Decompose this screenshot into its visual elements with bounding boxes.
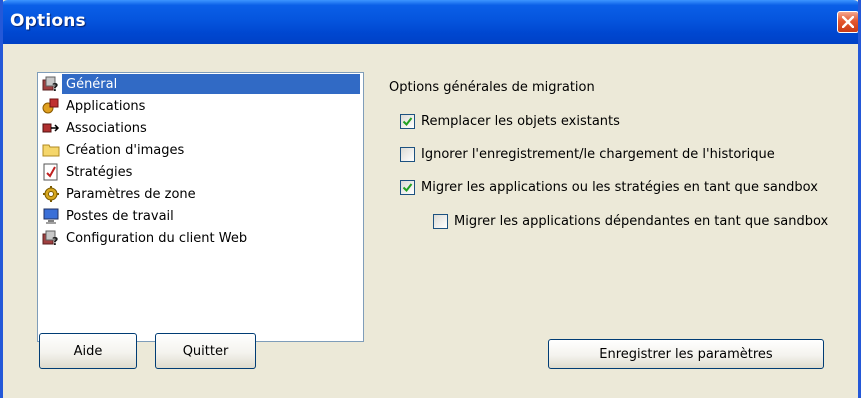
list-item-zone-settings[interactable]: Paramètres de zone [42, 183, 198, 205]
quit-button[interactable]: Quitter [155, 333, 256, 369]
checkbox-label: Migrer les applications ou les stratégie… [421, 180, 818, 195]
checkmark-icon [402, 117, 413, 127]
migration-options-title: Options générales de migration [389, 80, 595, 95]
workstation-icon [42, 207, 60, 225]
list-item-label: Stratégies [66, 164, 133, 180]
options-dialog: Options ? Général Applications Associati… [0, 0, 861, 398]
zone-settings-icon [42, 185, 60, 203]
list-item-image-creation[interactable]: Création d'images [42, 139, 186, 161]
list-item-label: Postes de travail [66, 208, 174, 224]
checkbox[interactable] [400, 114, 415, 129]
checkmark-icon [402, 183, 413, 193]
svg-text:?: ? [52, 81, 58, 93]
list-item-label: Applications [66, 98, 146, 114]
list-item-label: Configuration du client Web [66, 230, 248, 246]
category-list[interactable]: ? Général Applications Associations Créa… [37, 72, 364, 342]
dialog-content: ? Général Applications Associations Créa… [3, 44, 858, 398]
policy-icon [42, 163, 60, 181]
checkbox-label: Remplacer les objets existants [421, 114, 620, 129]
title-bar[interactable]: Options [3, 0, 858, 44]
list-item-label: Général [64, 75, 120, 93]
folder-icon [42, 141, 60, 159]
option-ignore-history[interactable]: Ignorer l'enregistrement/le chargement d… [400, 147, 775, 162]
list-item-general[interactable]: ? Général [42, 73, 120, 95]
list-item-applications[interactable]: Applications [42, 95, 147, 117]
close-icon [842, 16, 854, 28]
list-item-workstations[interactable]: Postes de travail [42, 205, 176, 227]
svg-text:?: ? [52, 235, 58, 247]
option-replace-existing[interactable]: Remplacer les objets existants [400, 114, 620, 129]
list-item-policies[interactable]: Stratégies [42, 161, 134, 183]
list-item-associations[interactable]: Associations [42, 117, 149, 139]
checkbox[interactable] [400, 147, 415, 162]
web-client-icon: ? [42, 229, 60, 248]
checkbox-label: Ignorer l'enregistrement/le chargement d… [421, 147, 775, 162]
checkbox-label: Migrer les applications dépendantes en t… [454, 214, 829, 229]
list-item-web-client-config[interactable]: ? Configuration du client Web [42, 227, 249, 249]
associations-icon [42, 119, 60, 137]
list-item-label: Associations [66, 120, 147, 136]
checkbox[interactable] [433, 214, 448, 229]
list-item-label: Paramètres de zone [66, 186, 196, 202]
save-settings-button[interactable]: Enregistrer les paramètres [548, 339, 824, 369]
help-button[interactable]: Aide [39, 333, 137, 369]
applications-icon [42, 97, 60, 115]
list-item-label: Création d'images [66, 142, 185, 158]
option-migrate-dependent-sandbox[interactable]: Migrer les applications dépendantes en t… [433, 214, 828, 229]
option-migrate-sandbox[interactable]: Migrer les applications ou les stratégie… [400, 180, 818, 195]
general-icon: ? [42, 75, 60, 94]
close-button[interactable] [837, 11, 858, 33]
checkbox[interactable] [400, 180, 415, 195]
window-title: Options [10, 11, 86, 31]
